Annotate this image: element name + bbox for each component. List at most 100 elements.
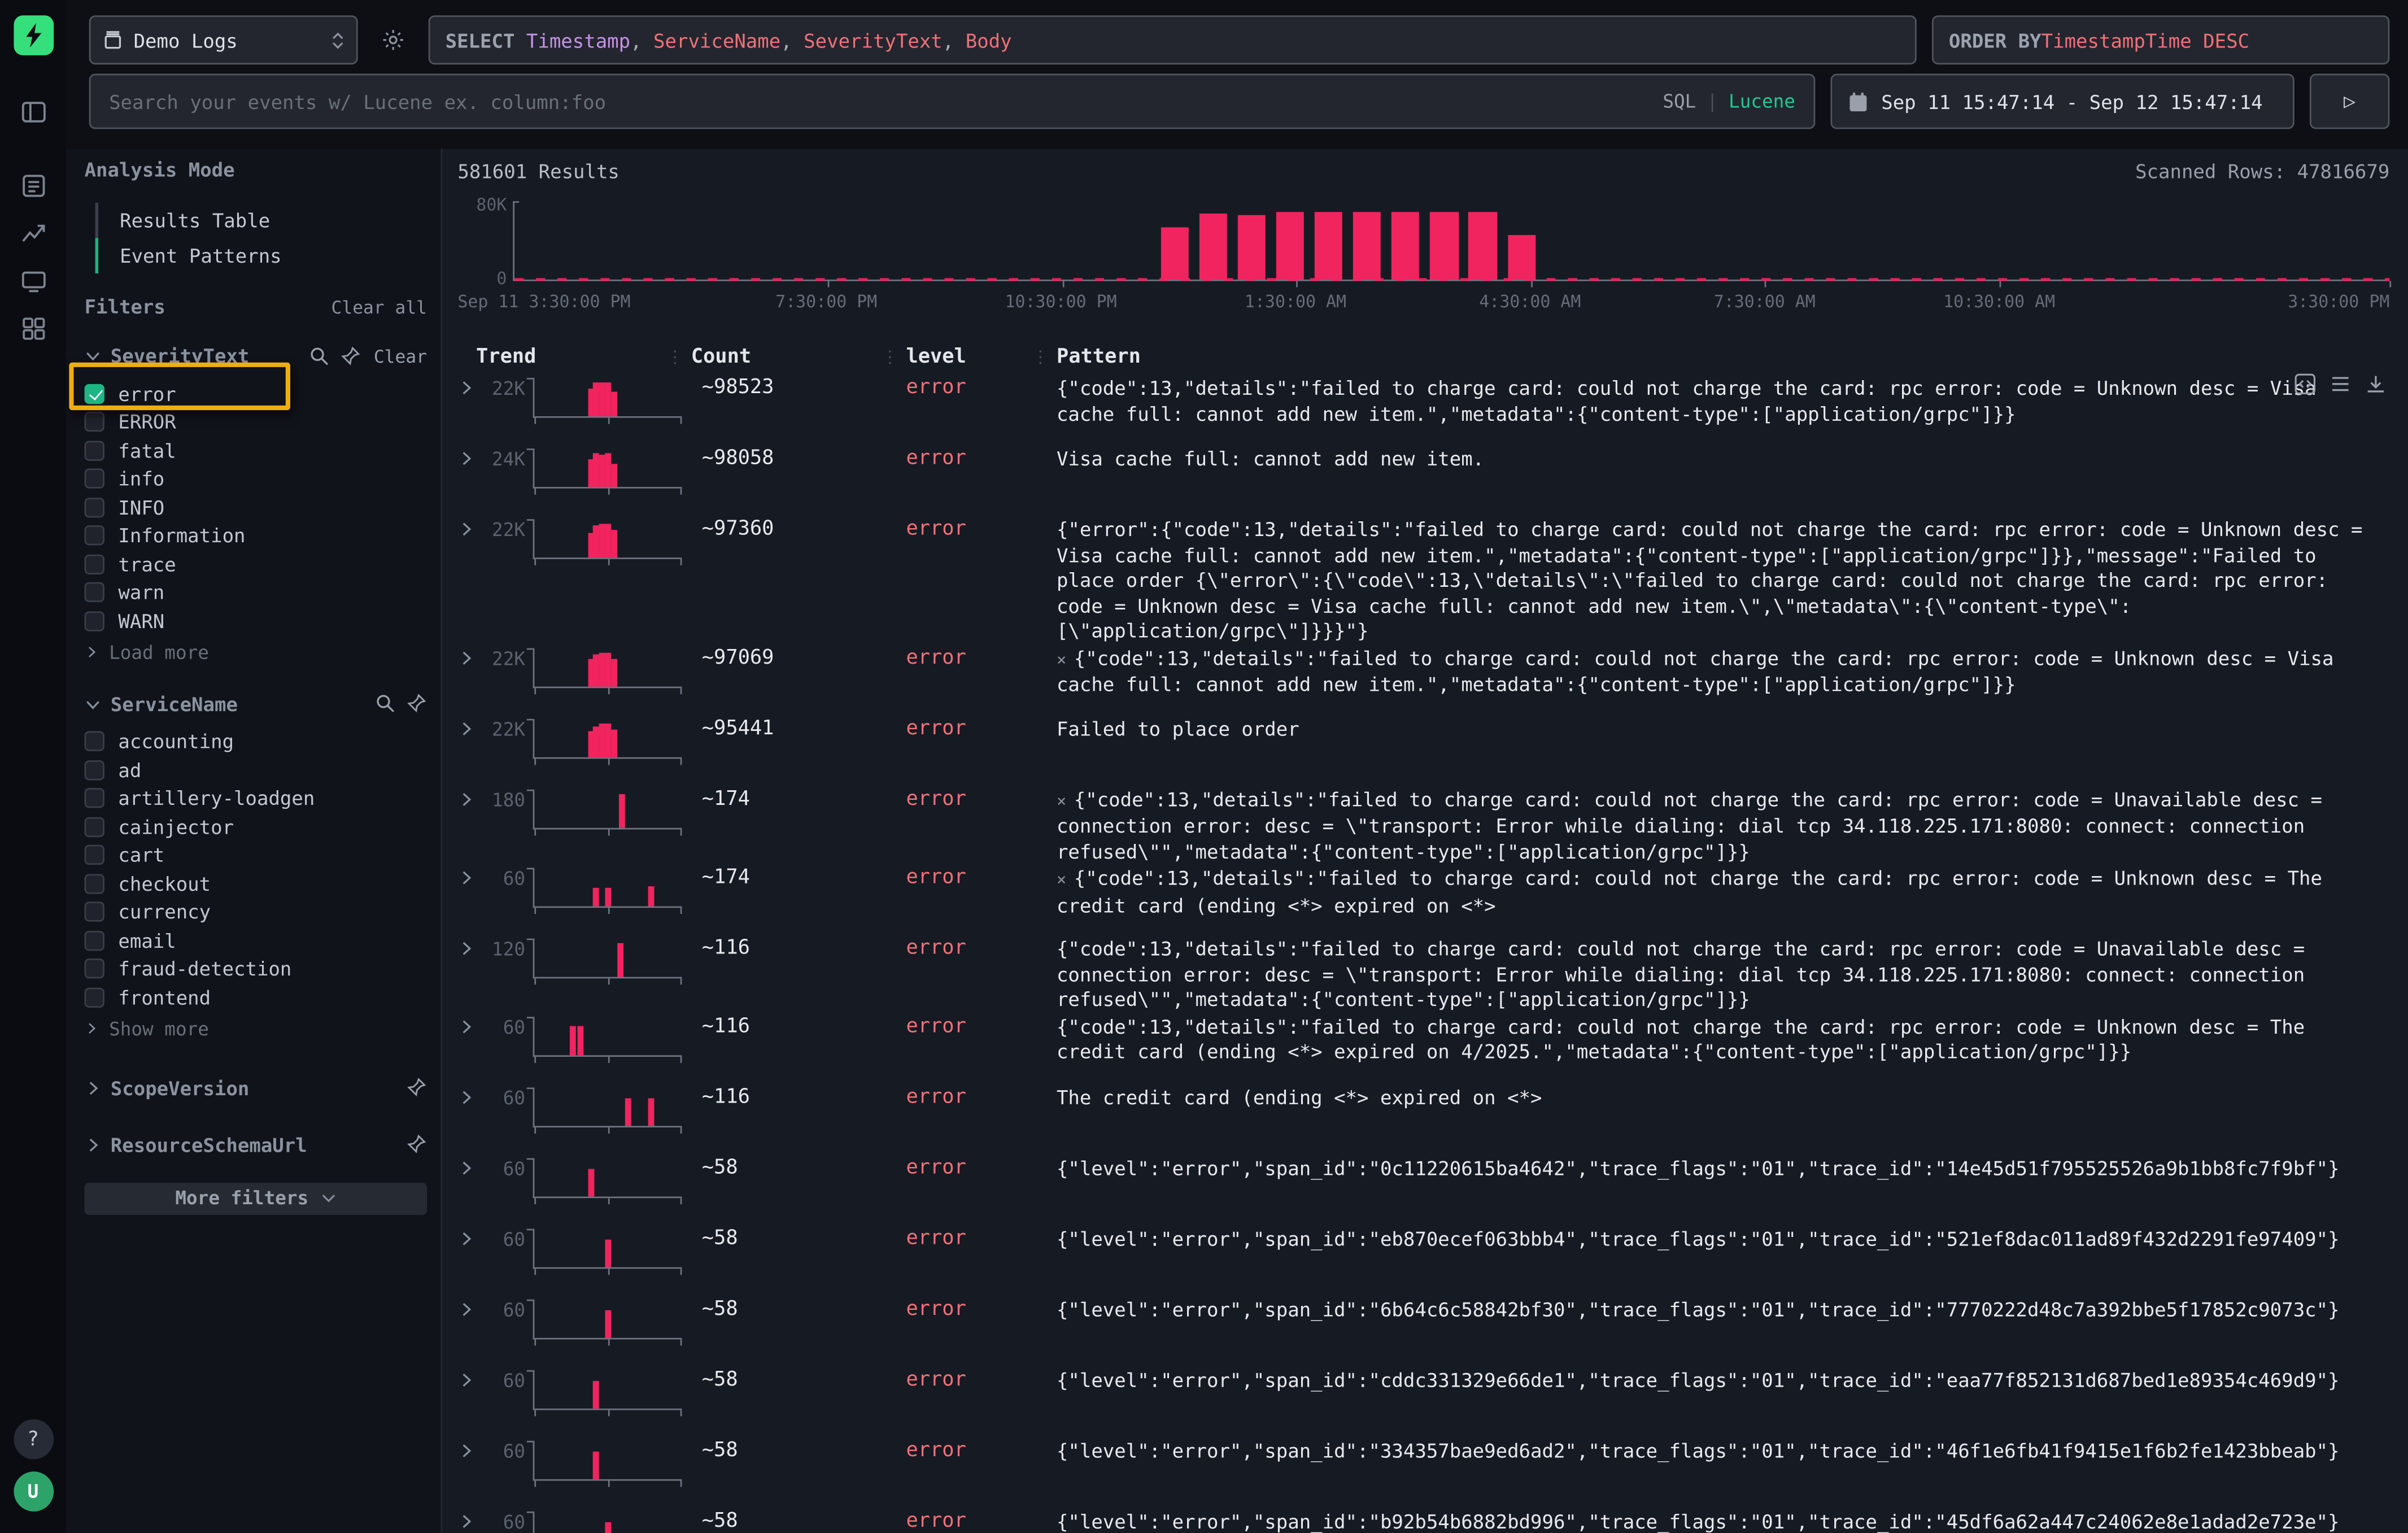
pattern-row[interactable]: 22K~98523error{"code":13,"details":"fail… <box>457 375 2389 446</box>
histogram-bar[interactable] <box>1277 213 1305 280</box>
histogram-bar[interactable] <box>1392 213 1420 280</box>
checkbox[interactable] <box>85 959 104 979</box>
filter-option-fatal[interactable]: fatal <box>85 436 427 464</box>
expand-chevron-icon[interactable] <box>457 715 476 737</box>
filter-more-link[interactable]: Load more <box>85 638 427 666</box>
column-header-trend[interactable]: Trend⋮ <box>476 345 691 368</box>
download-icon[interactable] <box>2365 373 2387 395</box>
view-code-icon[interactable] <box>2294 373 2316 395</box>
more-filters-button[interactable]: More filters <box>85 1182 427 1214</box>
expand-chevron-icon[interactable] <box>457 1296 476 1317</box>
checkbox[interactable] <box>85 902 104 922</box>
pattern-row[interactable]: 120~116error{"code":13,"details":"failed… <box>457 935 2389 1013</box>
checkbox[interactable] <box>85 789 104 808</box>
histogram-bar[interactable] <box>1315 213 1343 280</box>
checkbox[interactable] <box>85 611 104 631</box>
row-density-icon[interactable] <box>2330 373 2351 395</box>
checkbox[interactable] <box>85 526 104 546</box>
checkbox[interactable] <box>85 987 104 1007</box>
column-header-count[interactable]: Count⋮ <box>691 345 906 368</box>
filter-option-accounting[interactable]: accounting <box>85 728 427 756</box>
events-histogram[interactable]: 80K 0 Sep 11 3:30:00 PM7:30:00 PM10:30:0… <box>457 201 2389 312</box>
search-logs-icon[interactable] <box>19 172 47 200</box>
checkbox[interactable] <box>85 731 104 751</box>
sidebar-toggle-icon[interactable] <box>19 98 47 126</box>
filter-option-frontend[interactable]: frontend <box>85 983 427 1011</box>
pattern-row[interactable]: 60~58error{"level":"error","span_id":"eb… <box>457 1225 2389 1296</box>
pattern-row[interactable]: 60~58error{"level":"error","span_id":"6b… <box>457 1296 2389 1366</box>
sessions-icon[interactable] <box>19 267 47 295</box>
checkbox[interactable] <box>85 930 104 950</box>
checkbox[interactable] <box>85 384 104 403</box>
run-query-button[interactable]: ▷ <box>2310 74 2389 129</box>
checkbox[interactable] <box>85 554 104 574</box>
pattern-row[interactable]: 22K~97069error×{"code":13,"details":"fai… <box>457 644 2389 715</box>
checkbox[interactable] <box>85 469 104 489</box>
source-settings-gear-icon[interactable] <box>373 15 413 64</box>
expand-chevron-icon[interactable] <box>457 375 476 397</box>
pattern-row[interactable]: 180~174error×{"code":13,"details":"faile… <box>457 786 2389 865</box>
filter-search-icon[interactable] <box>309 345 331 367</box>
pattern-row[interactable]: 60~58error{"level":"error","span_id":"b9… <box>457 1508 2389 1533</box>
filter-option-checkout[interactable]: checkout <box>85 869 427 898</box>
expand-chevron-icon[interactable] <box>457 446 476 467</box>
pattern-row[interactable]: 22K~97360error{"error":{"code":13,"detai… <box>457 516 2389 644</box>
pin-icon[interactable] <box>405 1134 427 1155</box>
pin-icon[interactable] <box>405 693 427 714</box>
histogram-bar[interactable] <box>1507 234 1535 280</box>
checkbox[interactable] <box>85 845 104 865</box>
expand-chevron-icon[interactable] <box>457 865 476 886</box>
column-header-pattern[interactable]: Pattern <box>1057 345 2389 368</box>
filter-more-link[interactable]: Show more <box>85 1014 427 1042</box>
filter-group-header-resourceschemaurl[interactable]: ResourceSchemaUrl <box>85 1133 427 1156</box>
expand-chevron-icon[interactable] <box>457 786 476 807</box>
pattern-row[interactable]: 60~116error{"code":13,"details":"failed … <box>457 1013 2389 1083</box>
expand-chevron-icon[interactable] <box>457 935 476 957</box>
expand-chevron-icon[interactable] <box>457 1437 476 1458</box>
column-resize-handle[interactable]: ⋮ <box>1032 346 1047 366</box>
pattern-row[interactable]: 60~58error{"level":"error","span_id":"33… <box>457 1437 2389 1508</box>
pattern-row[interactable]: 60~58error{"level":"error","span_id":"cd… <box>457 1366 2389 1437</box>
filter-option-artillery-loadgen[interactable]: artillery-loadgen <box>85 784 427 812</box>
expand-chevron-icon[interactable] <box>457 1366 476 1388</box>
analysis-mode-event-patterns[interactable]: Event Patterns <box>95 238 427 274</box>
filter-option-info[interactable]: info <box>85 465 427 493</box>
filter-option-warn[interactable]: warn <box>85 578 427 607</box>
expand-chevron-icon[interactable] <box>457 1155 476 1176</box>
filter-option-cainjector[interactable]: cainjector <box>85 813 427 841</box>
filter-option-fraud-detection[interactable]: fraud-detection <box>85 955 427 983</box>
filter-clear-link[interactable]: Clear <box>374 345 427 367</box>
checkbox[interactable] <box>85 412 104 432</box>
clear-all-filters-link[interactable]: Clear all <box>331 295 427 317</box>
checkbox[interactable] <box>85 441 104 460</box>
chart-explorer-icon[interactable] <box>19 220 47 247</box>
expand-chevron-icon[interactable] <box>457 516 476 538</box>
column-resize-handle[interactable]: ⋮ <box>666 346 682 366</box>
histogram-bar[interactable] <box>1469 213 1497 280</box>
pattern-row[interactable]: 24K~98058errorVisa cache full: cannot ad… <box>457 446 2389 516</box>
dashboards-icon[interactable] <box>19 315 47 342</box>
pattern-row[interactable]: 60~116errorThe credit card (ending <*> e… <box>457 1084 2389 1155</box>
column-resize-handle[interactable]: ⋮ <box>882 346 897 366</box>
order-by-input[interactable]: ORDER BY TimestampTime DESC <box>1932 15 2389 64</box>
source-select[interactable]: Demo Logs <box>89 15 358 64</box>
search-input[interactable]: Search your events w/ Lucene ex. column:… <box>89 74 1816 129</box>
filter-option-warn[interactable]: WARN <box>85 607 427 635</box>
filter-option-email[interactable]: email <box>85 926 427 955</box>
filter-option-info[interactable]: INFO <box>85 493 427 521</box>
expand-chevron-icon[interactable] <box>457 1508 476 1529</box>
filter-option-information[interactable]: Information <box>85 521 427 550</box>
expand-chevron-icon[interactable] <box>457 1225 476 1247</box>
lucene-mode-toggle[interactable]: Lucene <box>1729 90 1795 112</box>
checkbox[interactable] <box>85 582 104 602</box>
filter-group-header-severitytext[interactable]: SeverityTextClear <box>85 344 427 367</box>
user-avatar[interactable]: U <box>13 1471 53 1512</box>
pattern-row[interactable]: 60~58error{"level":"error","span_id":"0c… <box>457 1155 2389 1225</box>
filter-option-error[interactable]: error <box>85 380 427 408</box>
filter-search-icon[interactable] <box>375 693 396 714</box>
filter-option-error[interactable]: ERROR <box>85 408 427 436</box>
filter-option-currency[interactable]: currency <box>85 898 427 926</box>
pattern-row[interactable]: 22K~95441errorFailed to place order <box>457 715 2389 786</box>
date-range-picker[interactable]: Sep 11 15:47:14 - Sep 12 15:47:14 <box>1831 74 2294 129</box>
filter-option-trace[interactable]: trace <box>85 550 427 578</box>
